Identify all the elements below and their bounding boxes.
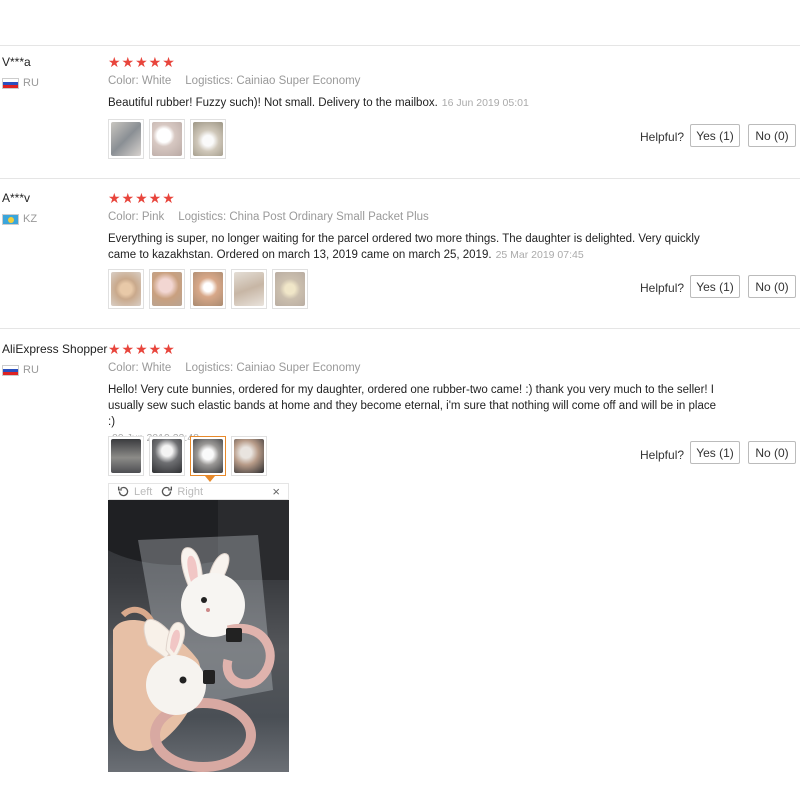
review-date: 25 Mar 2019 07:45 — [495, 249, 584, 261]
review-photo-thumbnail[interactable] — [108, 119, 144, 159]
flag-ru-icon — [2, 77, 19, 89]
flag-ru-icon — [2, 364, 19, 376]
helpful-no-button[interactable]: No (0) — [748, 441, 796, 464]
review-photo-thumbnail[interactable] — [231, 436, 267, 476]
enlarged-review-photo — [108, 500, 289, 772]
review-photo-thumbnail[interactable] — [272, 269, 308, 309]
review-photos — [108, 269, 308, 309]
review-photo-thumbnail-selected[interactable] — [190, 436, 226, 482]
rotate-left-label: Left — [134, 485, 153, 498]
divider — [0, 328, 800, 329]
helpful-no-button[interactable]: No (0) — [748, 124, 796, 147]
review-photo-thumbnail[interactable] — [190, 269, 226, 309]
review-date: 16 Jun 2019 05:01 — [441, 97, 529, 109]
reviewer-name: V***a — [2, 55, 31, 69]
viewer-toolbar: Left Right × — [108, 483, 289, 500]
review-body: Beautiful rubber! Fuzzy such)! Not small… — [108, 97, 438, 109]
star-rating: ★★★★★ — [108, 190, 176, 206]
review-photo-thumbnail[interactable] — [108, 269, 144, 309]
helpful-label: Helpful? — [640, 448, 685, 462]
review-photos — [108, 436, 267, 482]
rotate-right-icon — [162, 486, 173, 497]
bunny-photo-illustration — [108, 500, 289, 772]
helpful-yes-button[interactable]: Yes (1) — [690, 275, 740, 298]
star-rating: ★★★★★ — [108, 54, 176, 70]
reviewer-country: RU — [2, 364, 39, 376]
helpful-yes-button[interactable]: Yes (1) — [690, 441, 740, 464]
review-photo-thumbnail[interactable] — [149, 436, 185, 476]
logistics: Logistics: Cainiao Super Economy — [185, 362, 361, 374]
review-photo-thumbnail[interactable] — [108, 436, 144, 476]
reviewer-name: AliExpress Shopper — [2, 342, 108, 356]
country-code: RU — [23, 364, 39, 376]
star-rating: ★★★★★ — [108, 341, 176, 357]
photo-viewer: Left Right × — [108, 483, 289, 773]
product-color: Color: Pink — [108, 211, 165, 223]
rotate-right-button[interactable]: Right — [160, 485, 203, 498]
reviewer-name: A***v — [2, 191, 31, 205]
divider — [0, 45, 800, 46]
product-color: Color: White — [108, 362, 172, 374]
product-color: Color: White — [108, 75, 172, 87]
review-body: Everything is super, no longer waiting f… — [108, 233, 700, 261]
review-meta: Color: White Logistics: Cainiao Super Eco… — [108, 75, 360, 87]
review-photos — [108, 119, 226, 159]
review-photo-thumbnail[interactable] — [149, 269, 185, 309]
rotate-right-label: Right — [177, 485, 204, 498]
logistics: Logistics: Cainiao Super Economy — [185, 75, 361, 87]
logistics: Logistics: China Post Ordinary Small Pac… — [178, 211, 429, 223]
review-body: Hello! Very cute bunnies, ordered for my… — [108, 384, 716, 428]
review-photo-thumbnail[interactable] — [190, 119, 226, 159]
helpful-label: Helpful? — [640, 281, 685, 295]
country-code: RU — [23, 77, 39, 89]
reviewer-country: RU — [2, 77, 39, 89]
country-code: KZ — [23, 213, 38, 225]
divider — [0, 178, 800, 179]
helpful-yes-button[interactable]: Yes (1) — [690, 124, 740, 147]
review-meta: Color: White Logistics: Cainiao Super Eco… — [108, 362, 360, 374]
flag-kz-icon — [2, 213, 19, 225]
helpful-no-button[interactable]: No (0) — [748, 275, 796, 298]
reviewer-country: KZ — [2, 213, 37, 225]
review-photo-thumbnail[interactable] — [149, 119, 185, 159]
review-photo-thumbnail[interactable] — [231, 269, 267, 309]
rotate-left-button[interactable]: Left — [117, 485, 152, 498]
helpful-label: Helpful? — [640, 130, 685, 144]
review-meta: Color: Pink Logistics: China Post Ordinar… — [108, 211, 429, 223]
review-text: Everything is super, no longer waiting f… — [108, 231, 708, 263]
review-text: Beautiful rubber! Fuzzy such)! Not small… — [108, 95, 728, 111]
close-icon[interactable]: × — [272, 484, 280, 499]
rotate-left-icon — [117, 486, 129, 497]
